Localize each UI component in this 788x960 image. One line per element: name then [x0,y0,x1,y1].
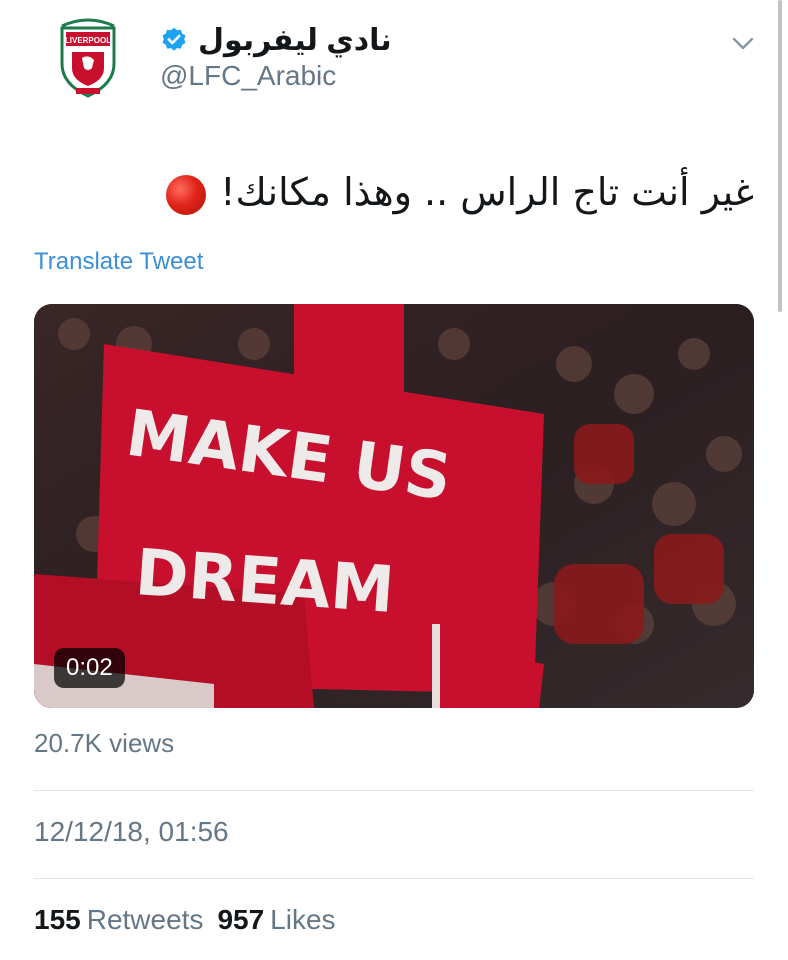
retweets-count: 155 [34,904,81,935]
retweets-stat[interactable]: 155 Retweets [34,904,203,936]
likes-label: Likes [270,904,336,935]
chevron-down-icon[interactable] [730,30,756,56]
liverpool-crest-icon: LIVERPOOL [60,18,116,98]
video-player[interactable]: MAKE US DREAM [34,304,754,708]
display-name-text: نادي ليفربول [198,23,392,57]
likes-count: 957 [217,904,265,935]
likes-stat[interactable]: 957 Likes [217,904,335,936]
avatar[interactable]: LIVERPOOL [44,14,132,102]
avatar-crest-text: LIVERPOOL [65,36,111,45]
translate-tweet-link[interactable]: Translate Tweet [34,248,203,276]
divider [34,878,754,879]
tweet-text: غير أنت تاج الراس .. وهذا مكانك! [54,160,754,224]
tweet-text-content: غير أنت تاج الراس .. وهذا مكانك! [220,170,754,214]
retweets-label: Retweets [86,904,204,935]
tweet-stats: 155 Retweets 957 Likes [34,904,336,936]
tweet-datetime[interactable]: 12/12/18, 01:56 [34,816,229,848]
display-name[interactable]: نادي ليفربول [160,20,392,60]
video-thumbnail: MAKE US DREAM [34,304,754,708]
verified-badge-icon [162,27,186,51]
handle[interactable]: @LFC_Arabic [160,60,336,92]
red-circle-icon [166,174,207,215]
views-count: 20.7K views [34,728,175,758]
scrollbar[interactable] [778,0,782,312]
video-duration: 0:02 [54,648,125,688]
divider [34,790,754,791]
